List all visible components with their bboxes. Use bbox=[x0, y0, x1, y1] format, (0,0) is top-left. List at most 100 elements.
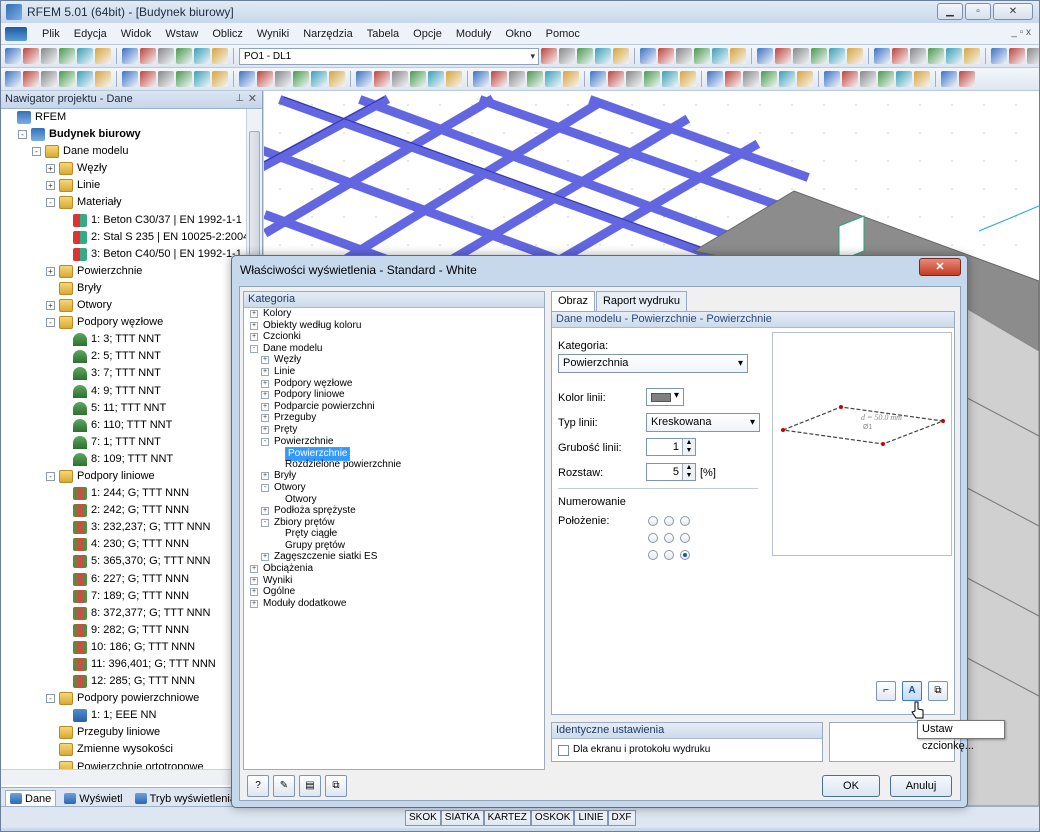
toolbar-tool-icon[interactable] bbox=[140, 71, 156, 87]
toolbar-tool-icon[interactable] bbox=[356, 71, 372, 87]
expand-icon[interactable]: + bbox=[250, 333, 258, 342]
category-item[interactable]: + Bryły bbox=[244, 470, 544, 482]
menu-tabela[interactable]: Tabela bbox=[360, 28, 406, 40]
category-item[interactable]: + Węzły bbox=[244, 354, 544, 366]
toolbar-tool-icon[interactable] bbox=[829, 48, 845, 64]
expand-icon[interactable]: + bbox=[46, 181, 55, 191]
mdi-controls[interactable]: _ ▫ x bbox=[1011, 27, 1031, 38]
menu-narzedzia[interactable]: Narzędzia bbox=[296, 28, 360, 40]
set-default-button[interactable]: ⌐ bbox=[876, 681, 896, 701]
toolbar-tool-icon[interactable] bbox=[676, 48, 692, 64]
expand-icon[interactable]: + bbox=[261, 553, 269, 562]
category-item[interactable]: + Obiekty według koloru bbox=[244, 320, 544, 332]
expand-icon[interactable]: + bbox=[261, 402, 269, 411]
dialog-close-button[interactable]: ✕ bbox=[919, 258, 961, 276]
category-item[interactable]: - Otwory bbox=[244, 482, 544, 494]
copy-button[interactable]: ⧉ bbox=[325, 775, 347, 797]
pin-icon[interactable]: ⊥ bbox=[235, 93, 244, 104]
category-item[interactable]: - Dane modelu bbox=[244, 343, 544, 355]
toolbar-tool-icon[interactable] bbox=[59, 71, 75, 87]
tab-tryb-wyswietlenia[interactable]: Tryb wyświetlenia bbox=[131, 791, 240, 807]
toolbar-tool-icon[interactable] bbox=[797, 71, 813, 87]
collapse-icon[interactable]: - bbox=[46, 318, 55, 328]
navigator-item[interactable]: - Materiały bbox=[1, 194, 247, 211]
expand-icon[interactable]: + bbox=[250, 576, 258, 585]
toolbar-tool-icon[interactable] bbox=[5, 71, 21, 87]
tab-dane[interactable]: Dane bbox=[5, 789, 57, 808]
navigator-item[interactable]: 3: 232,237; G; TTT NNN bbox=[1, 519, 247, 536]
toolbar-tool-icon[interactable] bbox=[941, 71, 957, 87]
toolbar-tool-icon[interactable] bbox=[892, 48, 908, 64]
maximize-button[interactable]: ▫ bbox=[965, 3, 991, 20]
toolbar-tool-icon[interactable] bbox=[640, 48, 656, 64]
tab-raport-wydruku[interactable]: Raport wydruku bbox=[595, 291, 688, 311]
navigator-item[interactable]: RFEM bbox=[1, 109, 247, 126]
collapse-icon[interactable]: - bbox=[46, 694, 55, 704]
toolbar-tool-icon[interactable] bbox=[122, 48, 138, 64]
dxf-button[interactable]: DXF bbox=[607, 810, 636, 826]
toolbar-tool-icon[interactable] bbox=[212, 71, 228, 87]
navigator-item[interactable]: 2: 5; TTT NNT bbox=[1, 348, 247, 365]
navigator-item[interactable]: Bryły bbox=[1, 280, 247, 297]
toolbar-tool-icon[interactable] bbox=[964, 48, 980, 64]
category-item[interactable]: + Czcionki bbox=[244, 331, 544, 343]
navigator-item[interactable]: Powierzchnie ortotropowe bbox=[1, 759, 247, 769]
toolbar-tool-icon[interactable] bbox=[595, 48, 611, 64]
toolbar-tool-icon[interactable] bbox=[1009, 48, 1025, 64]
toolbar-tool-icon[interactable] bbox=[694, 48, 710, 64]
set-font-button[interactable]: A bbox=[902, 681, 922, 701]
navigator-item[interactable]: - Dane modelu bbox=[1, 143, 247, 160]
category-item[interactable]: + Podpory węzłowe bbox=[244, 378, 544, 390]
spacing-spinner[interactable]: 5 ▲ ▼ bbox=[646, 463, 696, 481]
navigator-item[interactable]: 4: 230; G; TTT NNN bbox=[1, 536, 247, 553]
toolbar-tool-icon[interactable] bbox=[176, 71, 192, 87]
toolbar-tool-icon[interactable] bbox=[680, 71, 696, 87]
navigator-item[interactable]: 3: 7; TTT NNT bbox=[1, 365, 247, 382]
navigator-item[interactable]: 1: Beton C30/37 | EN 1992-1-1 bbox=[1, 212, 247, 229]
toolbar-tool-icon[interactable] bbox=[914, 71, 930, 87]
menu-edycja[interactable]: Edycja bbox=[67, 28, 114, 40]
menu-okno[interactable]: Okno bbox=[498, 28, 538, 40]
navigator-item[interactable]: 9: 282; G; TTT NNN bbox=[1, 622, 247, 639]
toolbar-tool-icon[interactable] bbox=[509, 71, 525, 87]
category-item[interactable]: - Zbiory prętów bbox=[244, 517, 544, 529]
line-width-spinner[interactable]: 1 ▲ ▼ bbox=[646, 438, 696, 456]
toolbar-tool-icon[interactable] bbox=[275, 71, 291, 87]
toolbar-tool-icon[interactable] bbox=[446, 71, 462, 87]
navigator-item[interactable]: 5: 11; TTT NNT bbox=[1, 400, 247, 417]
category-item[interactable]: + Linie bbox=[244, 366, 544, 378]
toolbar-tool-icon[interactable] bbox=[878, 71, 894, 87]
expand-icon[interactable]: + bbox=[250, 321, 258, 330]
save-button[interactable]: ▤ bbox=[299, 775, 321, 797]
category-item[interactable]: Grupy prętów bbox=[244, 540, 544, 552]
copy-settings-button[interactable]: ⧉ bbox=[928, 681, 948, 701]
category-item[interactable]: + Obciążenia bbox=[244, 563, 544, 575]
navigator-item[interactable]: 6: 110; TTT NNT bbox=[1, 417, 247, 434]
navigator-item[interactable]: - Podpory liniowe bbox=[1, 468, 247, 485]
menu-widok[interactable]: Widok bbox=[114, 28, 159, 40]
toolbar-tool-icon[interactable] bbox=[194, 71, 210, 87]
toolbar-tool-icon[interactable] bbox=[793, 48, 809, 64]
expand-icon[interactable]: + bbox=[46, 301, 55, 311]
menu-opcje[interactable]: Opcje bbox=[406, 28, 449, 40]
navigator-item[interactable]: 8: 372,377; G; TTT NNN bbox=[1, 605, 247, 622]
navigator-item[interactable]: + Otwory bbox=[1, 297, 247, 314]
toolbar-tool-icon[interactable] bbox=[608, 71, 624, 87]
toolbar-tool-icon[interactable] bbox=[779, 71, 795, 87]
toolbar-tool-icon[interactable] bbox=[775, 48, 791, 64]
toolbar-tool-icon[interactable] bbox=[158, 48, 174, 64]
toolbar-tool-icon[interactable] bbox=[910, 48, 926, 64]
position-radio-top-right[interactable] bbox=[680, 516, 690, 526]
navigator-item[interactable]: 7: 1; TTT NNT bbox=[1, 434, 247, 451]
collapse-icon[interactable]: - bbox=[32, 147, 41, 157]
navigator-item[interactable]: - Podpory węzłowe bbox=[1, 314, 247, 331]
toolbar-tool-icon[interactable] bbox=[158, 71, 174, 87]
tab-obraz[interactable]: Obraz bbox=[551, 291, 595, 312]
toolbar-tool-icon[interactable] bbox=[541, 48, 557, 64]
toolbar-tool-icon[interactable] bbox=[730, 48, 746, 64]
toolbar-tool-icon[interactable] bbox=[613, 48, 629, 64]
navigator-item[interactable]: - Podpory powierzchniowe bbox=[1, 690, 247, 707]
navigator-item[interactable]: 4: 9; TTT NNT bbox=[1, 383, 247, 400]
toolbar-tool-icon[interactable] bbox=[23, 71, 39, 87]
toolbar-tool-icon[interactable] bbox=[563, 71, 579, 87]
